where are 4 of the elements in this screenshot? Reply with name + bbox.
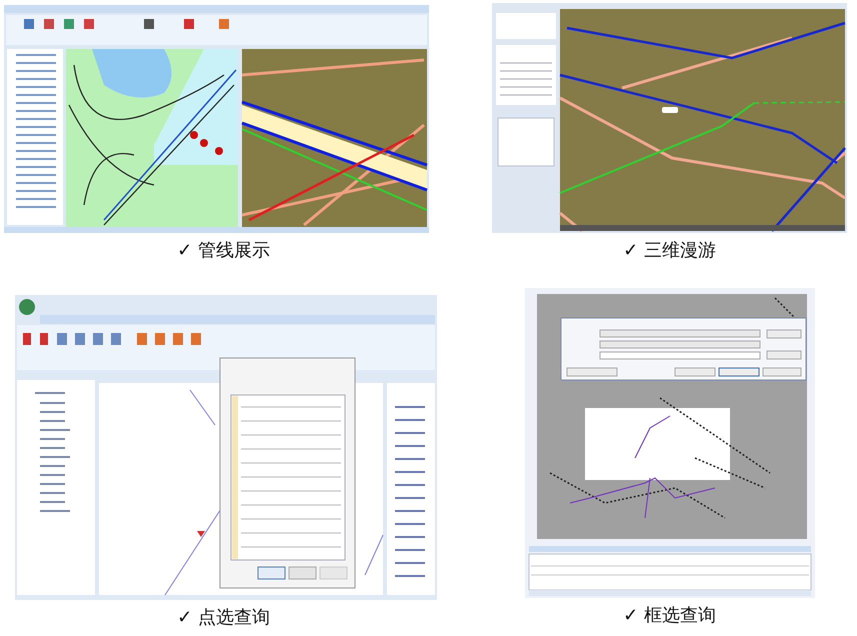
caption: ✓ 管线展示 — [177, 239, 270, 263]
caption: ✓ 框选查询 — [623, 604, 716, 628]
caption: ✓ 三维漫游 — [623, 239, 716, 263]
caption: ✓ 点选查询 — [177, 606, 270, 630]
